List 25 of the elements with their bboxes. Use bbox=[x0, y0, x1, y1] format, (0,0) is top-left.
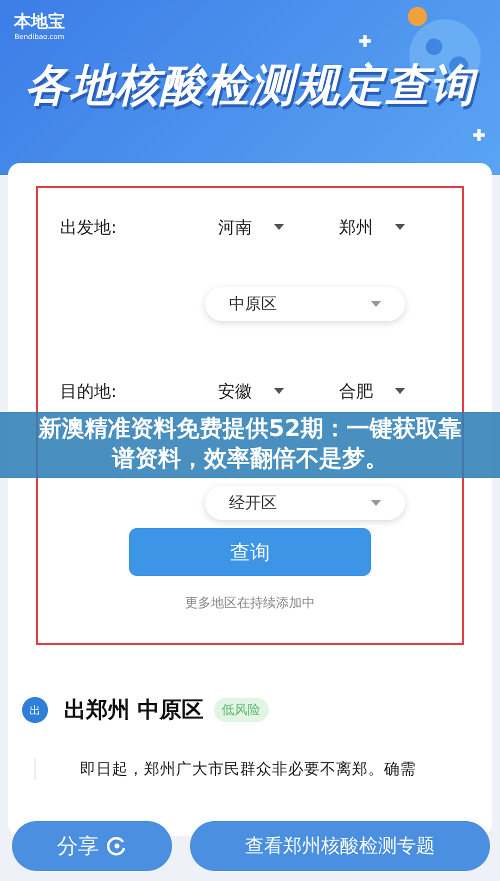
district-dropdown[interactable]: 经开区 bbox=[205, 486, 405, 520]
departure-badge: 出 bbox=[22, 697, 48, 723]
city-dropdown[interactable]: 合肥 bbox=[318, 380, 440, 402]
caret-icon bbox=[394, 224, 405, 230]
share-icon bbox=[107, 836, 127, 856]
city-dropdown[interactable]: 郑州 bbox=[318, 216, 440, 238]
province-dropdown[interactable]: 河南 bbox=[198, 216, 319, 238]
policy-text: 即日起，郑州广大市民群众非必要不离郑。确需 bbox=[34, 759, 464, 780]
plus-icon bbox=[472, 128, 486, 142]
field-label: 目的地: bbox=[60, 380, 118, 402]
caret-icon bbox=[274, 224, 284, 230]
caret-icon bbox=[371, 301, 381, 307]
caret-icon bbox=[371, 500, 381, 506]
risk-tag: 低风险 bbox=[214, 698, 269, 722]
district-dropdown[interactable]: 中原区 bbox=[205, 287, 405, 321]
result-title: 出郑州 中原区 bbox=[64, 697, 204, 725]
caption-text: 新澳精准资料免费提供52期：一键获取靠谱资料，效率翻倍不是梦。 bbox=[37, 415, 462, 474]
page-title: 各地核酸检测规定查询 bbox=[0, 56, 500, 115]
field-label: 出发地: bbox=[60, 216, 118, 238]
plus-icon bbox=[358, 34, 372, 48]
logo: 本地宝 bbox=[14, 11, 65, 33]
caret-icon bbox=[274, 388, 284, 394]
note-text: 更多地区在持续添加中 bbox=[185, 595, 315, 612]
caret-icon bbox=[394, 388, 405, 394]
province-dropdown[interactable]: 安徽 bbox=[198, 380, 319, 402]
